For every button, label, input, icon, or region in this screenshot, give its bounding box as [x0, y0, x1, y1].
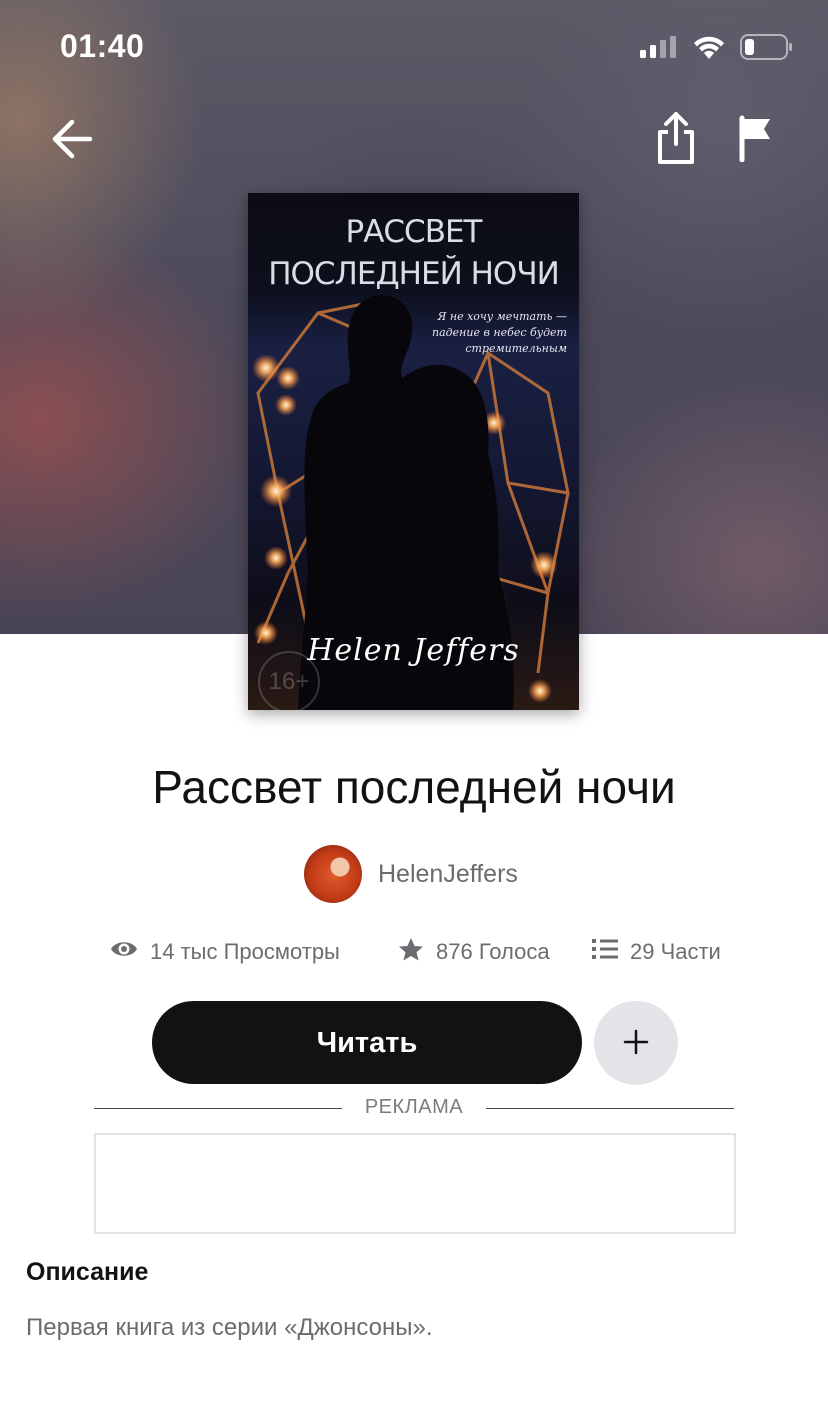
- cellular-signal-icon: [640, 36, 678, 63]
- avatar: [304, 845, 362, 903]
- plus-icon: [622, 1029, 650, 1059]
- book-title: Рассвет последней ночи: [152, 761, 676, 813]
- read-button[interactable]: Читать: [152, 1001, 582, 1084]
- status-time: 01:40: [60, 28, 145, 64]
- ad-label: РЕКЛАМА: [364, 1096, 464, 1118]
- story-stats: 14 тыс Просмотры 876 Голоса 29 Части: [0, 934, 828, 970]
- eye-icon: [110, 939, 150, 965]
- views-stat: 14 тыс Просмотры: [110, 934, 340, 970]
- description-heading: Описание: [26, 1258, 149, 1286]
- age-rating-badge: 16+: [258, 651, 320, 710]
- parts-stat: 29 Части: [592, 934, 721, 970]
- votes-stat: 876 Голоса: [398, 934, 550, 970]
- story-details-screen: 01:40 РАССВЕТ ПОСЛЕДНЕЙ НОЧИ Я не хочу м…: [0, 0, 828, 1420]
- votes-count: 876 Голоса: [436, 939, 550, 964]
- parts-count: 29 Части: [630, 939, 721, 964]
- cover-tagline: Я не хочу мечтать — падение в небес буде…: [431, 310, 567, 355]
- cover-title: Рассвет последней ночи: [268, 214, 560, 292]
- star-icon: [398, 937, 436, 968]
- book-cover[interactable]: Рассвет последней ночи Я не хочу мечтать…: [248, 193, 579, 710]
- battery-icon: [740, 34, 794, 65]
- flag-icon[interactable]: [736, 114, 776, 163]
- status-icons: [640, 34, 794, 65]
- status-bar: 01:40: [0, 0, 828, 96]
- author-link[interactable]: HelenJeffers: [304, 845, 518, 903]
- wifi-icon: [692, 34, 726, 65]
- author-name: HelenJeffers: [378, 859, 518, 888]
- add-to-library-button[interactable]: [594, 1001, 678, 1085]
- ad-slot[interactable]: [94, 1133, 736, 1234]
- ad-separator: РЕКЛАМА: [94, 1094, 734, 1124]
- arrow-left-icon[interactable]: [48, 114, 98, 164]
- description-text: Первая книга из серии «Джонсоны».: [26, 1314, 433, 1341]
- views-count: 14 тыс Просмотры: [150, 939, 340, 964]
- list-icon: [592, 938, 630, 966]
- share-icon[interactable]: [654, 110, 698, 166]
